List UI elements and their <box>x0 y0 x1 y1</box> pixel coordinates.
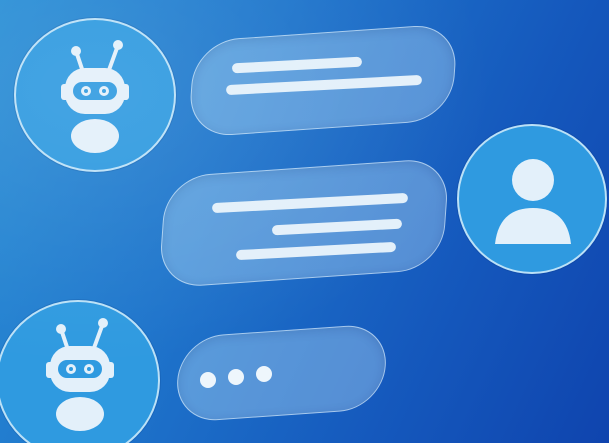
robot-icon <box>46 318 114 431</box>
typing-dot <box>228 369 244 385</box>
robot-icon <box>61 40 129 153</box>
chat-illustration <box>0 0 609 443</box>
bot-avatar-1 <box>14 18 176 172</box>
typing-dot <box>256 366 272 382</box>
typing-dot <box>200 372 216 388</box>
user-icon <box>495 159 571 244</box>
bot-avatar-2 <box>0 300 160 443</box>
user-avatar <box>457 124 607 274</box>
